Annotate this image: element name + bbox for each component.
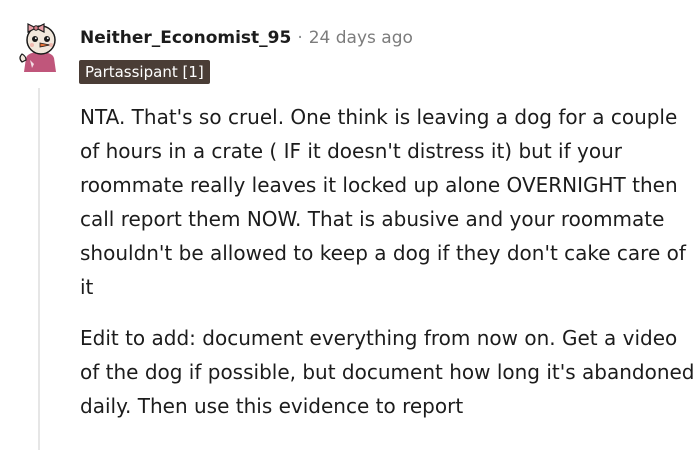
user-flair: Partassipant [1] [79,60,210,84]
comment-timestamp[interactable]: 24 days ago [309,28,413,48]
comment-paragraph: Edit to add: document everything from no… [80,326,695,418]
avatar[interactable] [8,8,72,72]
thread-line[interactable] [38,88,40,450]
meta-separator: · [297,28,303,48]
comment-paragraph: NTA. That's so cruel. One think is leavi… [80,105,686,299]
comment-header: Neither_Economist_95 · 24 days ago [80,26,413,50]
comment-body: NTA. That's so cruel. One think is leavi… [80,100,695,440]
author-username[interactable]: Neither_Economist_95 [80,28,291,48]
snoo-avatar-icon [19,23,56,72]
